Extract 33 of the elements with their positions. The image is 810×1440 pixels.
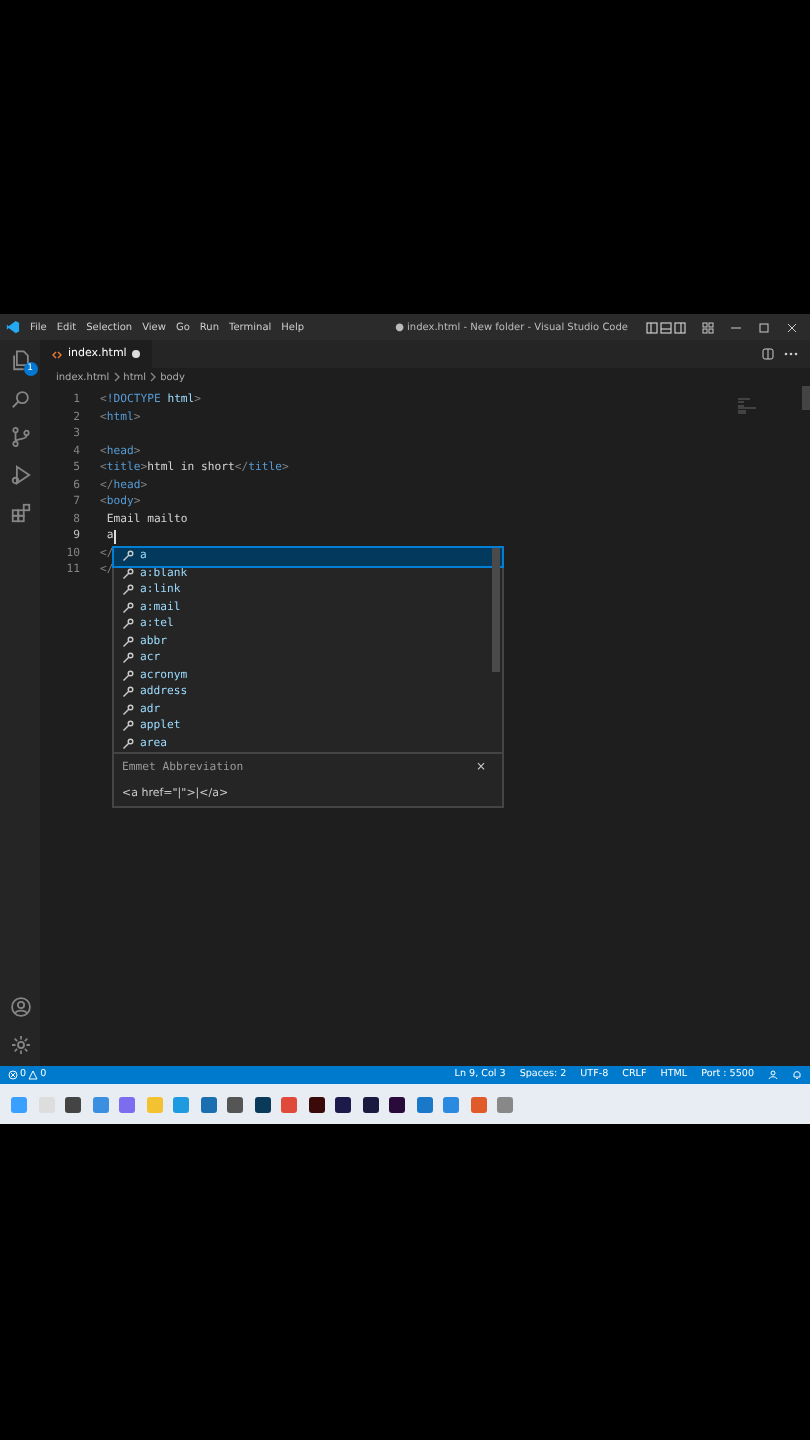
settings-icon[interactable] xyxy=(9,1034,31,1056)
account-icon[interactable] xyxy=(9,996,31,1018)
maximize-icon[interactable] xyxy=(758,321,770,333)
key-icon xyxy=(122,686,134,699)
minimap-drawing xyxy=(738,398,758,414)
key-icon xyxy=(122,652,134,665)
split-editor-icon[interactable] xyxy=(762,348,774,360)
files-icon[interactable] xyxy=(9,350,31,372)
close-icon[interactable] xyxy=(786,321,798,333)
key-icon xyxy=(122,618,134,631)
code-file-icon xyxy=(52,349,62,359)
extensions-icon[interactable] xyxy=(9,502,31,524)
scrollbar[interactable] xyxy=(802,386,810,410)
key-icon xyxy=(122,550,134,563)
account-icon[interactable] xyxy=(768,1070,778,1080)
key-icon xyxy=(122,601,134,614)
layout-icon[interactable] xyxy=(646,321,686,333)
key-icon xyxy=(122,584,134,597)
chevron-icon xyxy=(113,372,120,382)
branch-icon[interactable] xyxy=(9,426,31,448)
bell-icon[interactable] xyxy=(792,1070,802,1080)
customize-layout-icon[interactable] xyxy=(702,321,714,333)
key-icon xyxy=(122,635,134,648)
app-logo-icon xyxy=(6,320,20,334)
key-icon xyxy=(122,737,134,750)
minimize-icon[interactable] xyxy=(730,321,742,333)
run-debug-icon[interactable] xyxy=(9,464,31,486)
key-icon xyxy=(122,703,134,716)
chevron-icon xyxy=(150,372,157,382)
key-icon xyxy=(122,669,134,682)
key-icon xyxy=(122,567,134,580)
search-icon[interactable] xyxy=(9,388,31,410)
key-icon xyxy=(122,720,134,733)
